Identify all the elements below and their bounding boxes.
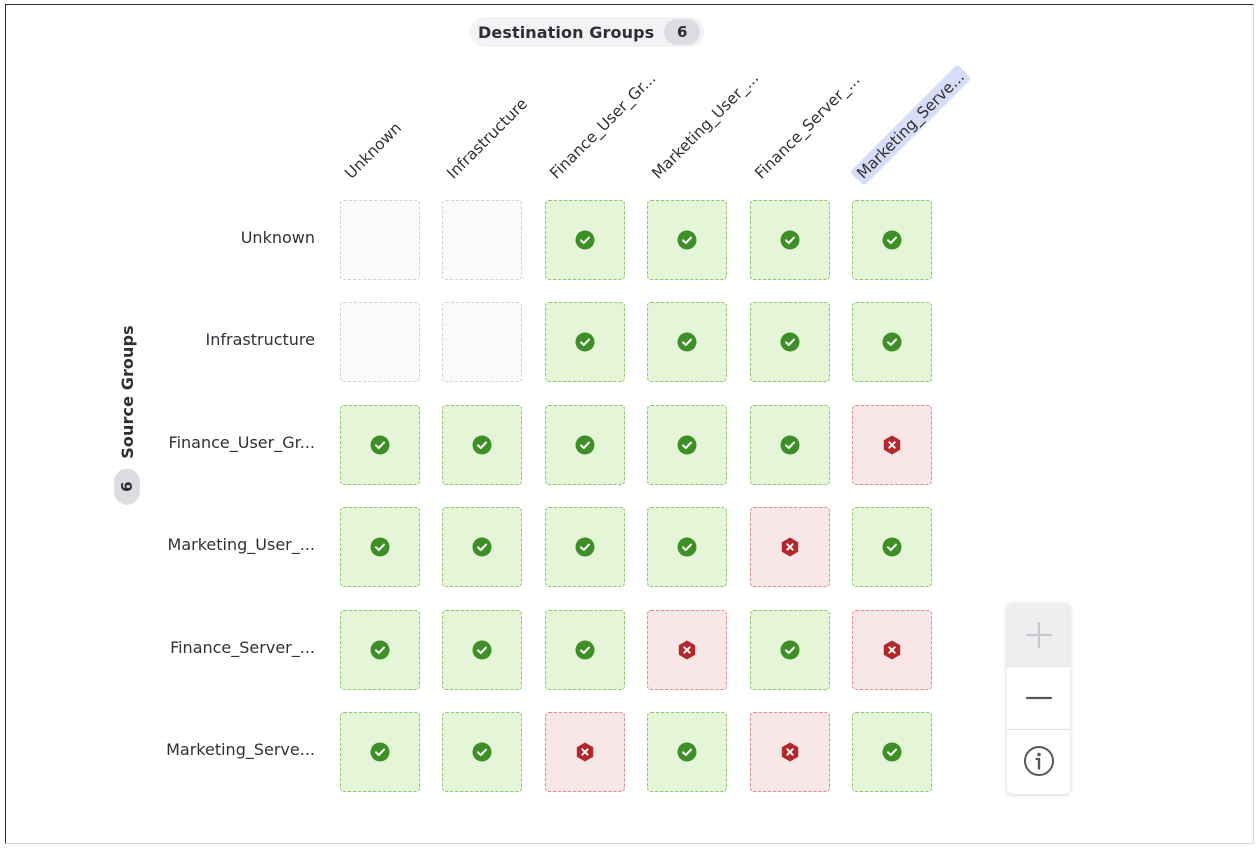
matrix-cell-allow[interactable]	[749, 404, 830, 485]
matrix-cell-allow[interactable]	[852, 302, 932, 383]
check-circle-icon	[780, 230, 800, 250]
matrix-cell-allow[interactable]	[442, 712, 523, 792]
matrix-cell-allow[interactable]	[852, 200, 932, 280]
matrix-cell-deny[interactable]	[749, 507, 830, 588]
matrix-cell-allow[interactable]	[442, 609, 523, 690]
matrix-cell-allow[interactable]	[442, 507, 523, 588]
check-circle-icon	[882, 537, 902, 557]
check-circle-icon	[780, 332, 800, 352]
check-circle-icon	[370, 640, 390, 660]
row-header-1[interactable]: Unknown	[241, 228, 315, 248]
matrix-cell-deny[interactable]	[647, 609, 728, 690]
matrix-cell-allow[interactable]	[340, 404, 420, 485]
check-circle-icon	[370, 537, 390, 557]
matrix-cell-deny[interactable]	[544, 712, 625, 792]
check-circle-icon	[677, 435, 697, 455]
row-header-6[interactable]: Marketing_Serve...	[166, 740, 315, 760]
check-circle-icon	[677, 230, 697, 250]
deny-hexagon-icon	[678, 640, 696, 660]
zoom-controls	[1007, 603, 1070, 794]
matrix-cell-allow[interactable]	[340, 609, 420, 690]
check-circle-icon	[882, 742, 902, 762]
row-header-5[interactable]: Finance_Server_...	[170, 638, 315, 658]
row-header-2[interactable]: Infrastructure	[206, 330, 315, 350]
matrix-cell-deny[interactable]	[852, 404, 932, 485]
matrix-cell-none[interactable]	[442, 302, 523, 383]
zoom-in-button[interactable]	[1007, 603, 1070, 666]
matrix-cell-allow[interactable]	[647, 404, 728, 485]
plus-icon	[1025, 621, 1052, 648]
matrix-cell-allow[interactable]	[749, 609, 830, 690]
matrix-cell-allow[interactable]	[749, 200, 830, 280]
check-circle-icon	[677, 537, 697, 557]
matrix-cell-allow[interactable]	[647, 712, 728, 792]
matrix-cell-none[interactable]	[442, 200, 523, 280]
matrix-cell-none[interactable]	[340, 200, 420, 280]
matrix-cell-allow[interactable]	[647, 507, 728, 588]
matrix-cell-none[interactable]	[340, 302, 420, 383]
check-circle-icon	[575, 230, 595, 250]
matrix-cell-allow[interactable]	[442, 404, 523, 485]
minus-icon	[1025, 696, 1052, 700]
info-icon	[1023, 746, 1054, 776]
matrix-cell-allow[interactable]	[340, 712, 420, 792]
deny-hexagon-icon	[576, 742, 593, 762]
check-circle-icon	[472, 640, 492, 660]
matrix-cell-allow[interactable]	[749, 302, 830, 383]
matrix-cell-allow[interactable]	[852, 507, 932, 588]
row-header-4[interactable]: Marketing_User_...	[168, 535, 315, 555]
source-groups-header: Source Groups 6	[112, 325, 142, 505]
info-button[interactable]	[1007, 729, 1070, 792]
check-circle-icon	[370, 742, 390, 762]
row-header-3[interactable]: Finance_User_Gr...	[169, 433, 315, 453]
check-circle-icon	[472, 435, 492, 455]
matrix-cell-deny[interactable]	[749, 712, 830, 792]
matrix-cell-allow[interactable]	[852, 712, 932, 792]
check-circle-icon	[780, 435, 800, 455]
destination-groups-header: Destination Groups 6	[470, 17, 705, 47]
matrix-cell-allow[interactable]	[647, 302, 728, 383]
deny-hexagon-icon	[883, 435, 901, 455]
matrix-cell-allow[interactable]	[544, 200, 625, 280]
matrix-cell-allow[interactable]	[544, 609, 625, 690]
matrix-cell-allow[interactable]	[340, 507, 420, 588]
destination-groups-count-badge: 6	[664, 19, 701, 45]
matrix-cell-deny[interactable]	[852, 609, 932, 690]
check-circle-icon	[575, 332, 595, 352]
matrix-cell-allow[interactable]	[544, 302, 625, 383]
deny-hexagon-icon	[781, 742, 798, 762]
matrix-cell-allow[interactable]	[544, 404, 625, 485]
check-circle-icon	[575, 537, 595, 557]
check-circle-icon	[575, 640, 595, 660]
matrix-cell-allow[interactable]	[544, 507, 625, 588]
check-circle-icon	[677, 742, 697, 762]
check-circle-icon	[780, 640, 800, 660]
deny-hexagon-icon	[883, 640, 901, 660]
zoom-out-button[interactable]	[1007, 666, 1070, 729]
source-groups-count-badge: 6	[114, 468, 140, 505]
destination-groups-title: Destination Groups	[478, 22, 655, 42]
check-circle-icon	[882, 332, 902, 352]
check-circle-icon	[472, 742, 492, 762]
check-circle-icon	[575, 435, 595, 455]
matrix-cell-allow[interactable]	[647, 200, 728, 280]
check-circle-icon	[472, 537, 492, 557]
check-circle-icon	[677, 332, 697, 352]
source-groups-title: Source Groups	[117, 325, 137, 459]
check-circle-icon	[370, 435, 390, 455]
check-circle-icon	[882, 230, 902, 250]
deny-hexagon-icon	[781, 537, 798, 557]
